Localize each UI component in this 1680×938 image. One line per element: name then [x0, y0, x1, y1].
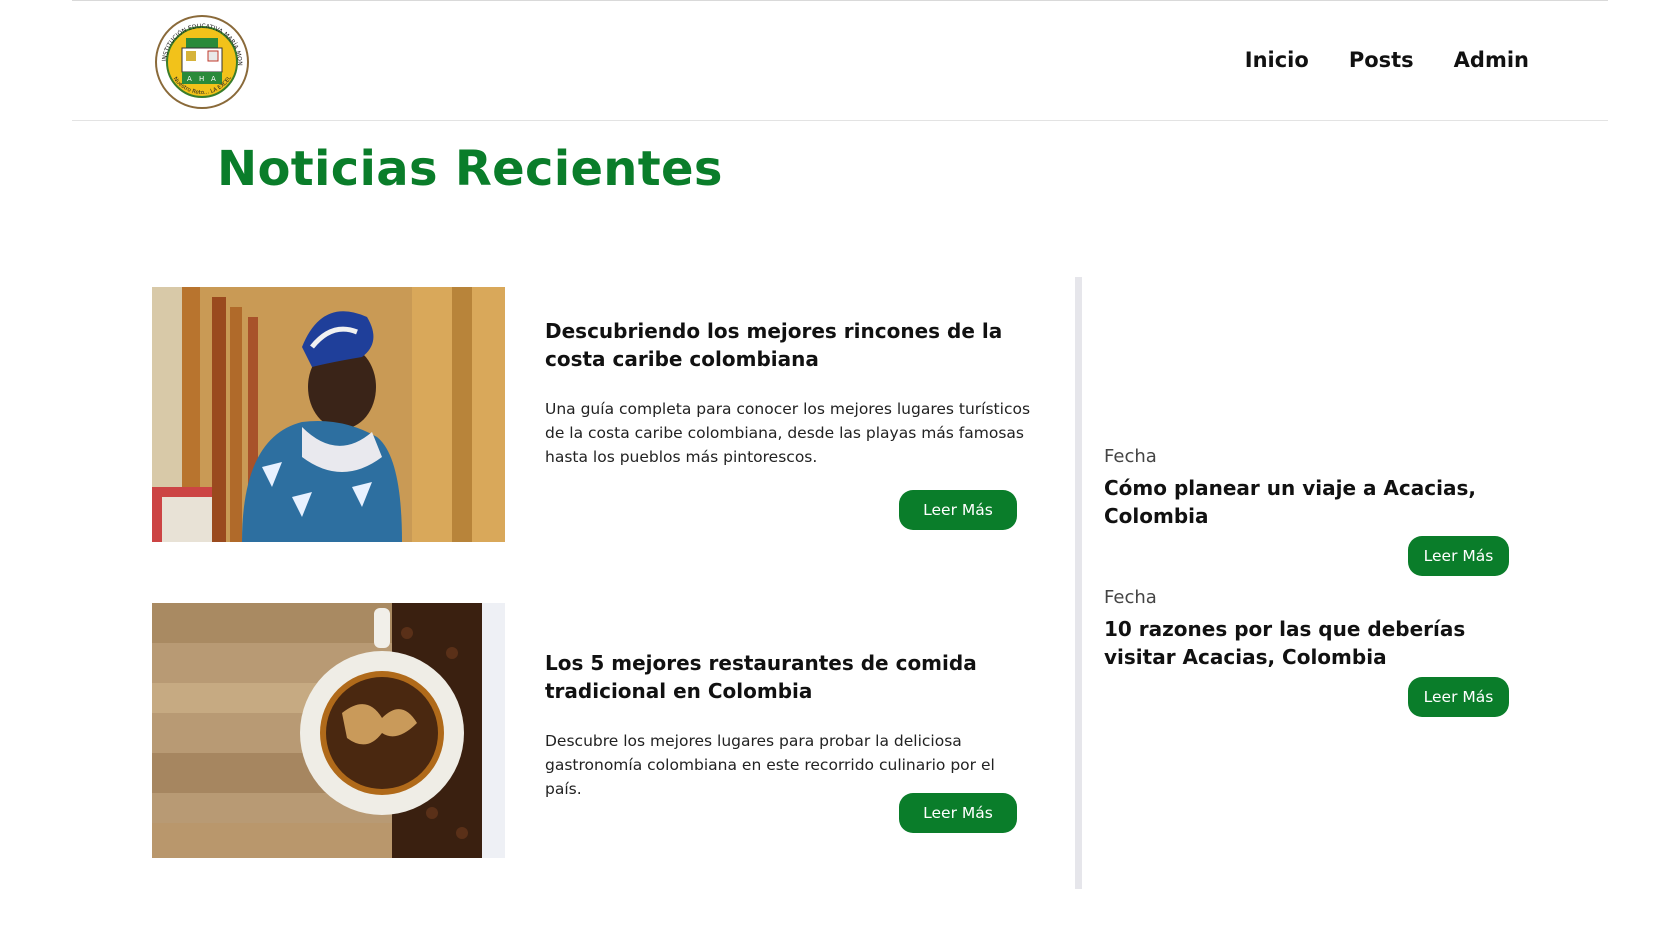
school-logo[interactable]: A H A INSTITUCIÓN EDUCATIVA MARÍA MONTES…	[149, 9, 252, 110]
nav-link-admin[interactable]: Admin	[1454, 48, 1529, 72]
svg-text:A: A	[211, 75, 216, 83]
svg-text:A: A	[187, 75, 192, 83]
article-title[interactable]: Los 5 mejores restaurantes de comida tra…	[545, 649, 1025, 705]
post-date: Fecha	[1104, 446, 1157, 467]
read-more-button[interactable]: Leer Más	[1408, 677, 1509, 717]
article-card: Los 5 mejores restaurantes de comida tra…	[152, 603, 1052, 858]
article-title[interactable]: Descubriendo los mejores rincones de la …	[545, 317, 1025, 373]
nav-link-inicio[interactable]: Inicio	[1245, 48, 1309, 72]
nav-link-posts[interactable]: Posts	[1349, 48, 1414, 72]
page-title: Noticias Recientes	[217, 141, 723, 197]
article-summary: Una guía completa para conocer los mejor…	[545, 400, 1031, 466]
article-summary: Descubre los mejores lugares para probar…	[545, 732, 995, 798]
post-title[interactable]: Cómo planear un viaje a Acacias, Colombi…	[1104, 474, 1504, 530]
read-more-button[interactable]: Leer Más	[899, 490, 1017, 530]
coffee-cup-image[interactable]	[152, 603, 505, 858]
read-more-button[interactable]: Leer Más	[899, 793, 1017, 833]
article-card: Descubriendo los mejores rincones de la …	[152, 287, 1052, 542]
post-date: Fecha	[1104, 587, 1157, 608]
post-title[interactable]: 10 razones por las que deberías visitar …	[1104, 615, 1504, 671]
sidebar-post: Fecha Cómo planear un viaje a Acacias, C…	[1104, 444, 1524, 530]
read-more-button[interactable]: Leer Más	[1408, 536, 1509, 576]
svg-text:H: H	[199, 75, 204, 83]
site-header: A H A INSTITUCIÓN EDUCATIVA MARÍA MONTES…	[72, 0, 1608, 121]
page: A H A INSTITUCIÓN EDUCATIVA MARÍA MONTES…	[0, 0, 1680, 938]
sidebar-post: Fecha 10 razones por las que deberías vi…	[1104, 585, 1524, 671]
main-nav: Inicio Posts Admin	[1245, 48, 1529, 72]
sidebar-divider	[1075, 277, 1082, 889]
woman-portrait-image[interactable]	[152, 287, 505, 542]
